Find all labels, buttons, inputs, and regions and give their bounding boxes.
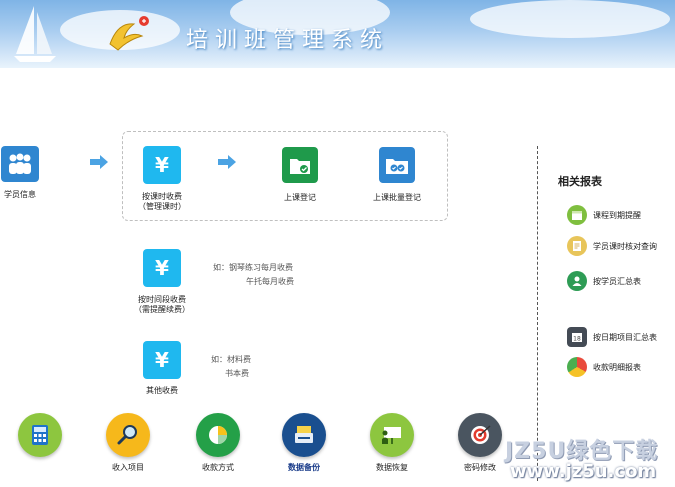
arrow-right-icon: [218, 155, 236, 169]
yuan-icon: ¥: [155, 256, 169, 280]
fee-by-lesson-label: 按课时收费 （管理课时）: [138, 192, 186, 211]
fee-by-period-button[interactable]: ¥: [143, 249, 181, 287]
backup-device-icon: [295, 426, 313, 443]
student-info-label: 学员信息: [4, 190, 36, 199]
change-password-button[interactable]: [458, 413, 502, 457]
date-calendar-icon: 18: [567, 327, 587, 347]
cloud-decoration: [470, 0, 670, 38]
folder-check-icon: [290, 159, 310, 174]
report-by-student[interactable]: 按学员汇总表: [567, 271, 641, 291]
app-logo-icon: [109, 16, 149, 51]
report-course-expiry[interactable]: 课程到期提醒: [567, 205, 641, 225]
report-by-date-item[interactable]: 18 按日期项目汇总表: [567, 327, 657, 347]
watermark-url: www.jz5u.com: [510, 461, 657, 482]
period-note: 如：钢琴练习每月收费 午托每月收费: [213, 263, 294, 286]
yuan-icon: ¥: [155, 153, 169, 177]
yuan-icon: ¥: [155, 348, 169, 372]
payment-methods-label: 收款方式: [202, 463, 234, 472]
app-title: 培训班管理系统: [186, 28, 390, 53]
fee-by-lesson-button[interactable]: ¥: [143, 146, 181, 184]
panel-divider: [537, 146, 538, 481]
class-batch-register-button[interactable]: [379, 147, 415, 183]
arrow-right-icon: [90, 155, 108, 169]
pie-chart-icon: [209, 426, 227, 444]
calculator-icon: [32, 425, 48, 445]
data-restore-button[interactable]: [370, 413, 414, 457]
payment-methods-button[interactable]: [196, 413, 240, 457]
other-fee-note: 如：材料费 书本费: [211, 355, 251, 378]
watermark: JZ5U绿色下载 www.jz5u.com: [505, 433, 675, 487]
class-register-label: 上课登记: [284, 193, 316, 202]
magnifier-icon: [117, 425, 137, 445]
income-items-button[interactable]: [106, 413, 150, 457]
data-backup-button[interactable]: [282, 413, 326, 457]
calculator-button[interactable]: [18, 413, 62, 457]
other-fee-button[interactable]: ¥: [143, 341, 181, 379]
class-register-button[interactable]: [282, 147, 318, 183]
other-fee-label: 其他收费: [146, 386, 178, 395]
class-batch-register-label: 上课批量登记: [373, 193, 421, 202]
change-password-label: 密码修改: [464, 463, 496, 472]
presentation-icon: [382, 427, 401, 444]
report-lesson-check[interactable]: 学员课时核对查询: [567, 236, 657, 256]
pie-chart-icon: [567, 357, 587, 377]
svg-text:18: 18: [573, 336, 581, 343]
data-restore-label: 数据恢复: [376, 463, 408, 472]
fee-by-period-label: 按时间段收费 （需提醒续费）: [134, 295, 190, 314]
user-icon: [567, 271, 587, 291]
calendar-icon: [567, 205, 587, 225]
folder-batch-check-icon: [386, 159, 408, 174]
income-items-label: 收入项目: [112, 463, 144, 472]
report-payment-detail[interactable]: 收款明细报表: [567, 357, 641, 377]
students-icon: [9, 153, 31, 174]
clipboard-icon: [567, 236, 587, 256]
target-icon: [471, 425, 491, 444]
sailboat-icon: [14, 6, 56, 62]
student-info-button[interactable]: [1, 146, 39, 182]
reports-title: 相关报表: [558, 175, 602, 188]
header-banner: 培训班管理系统: [0, 0, 675, 68]
data-backup-label: 数据备份: [288, 463, 320, 472]
